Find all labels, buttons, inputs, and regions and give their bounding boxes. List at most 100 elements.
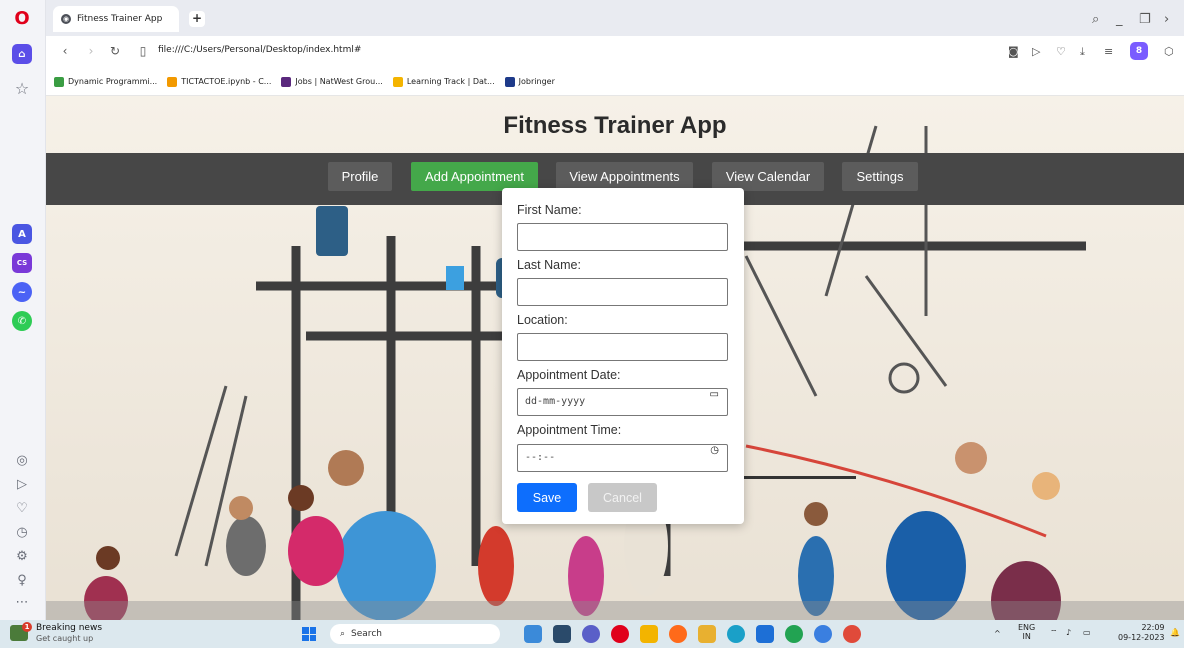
- forward-icon[interactable]: ›: [84, 44, 98, 60]
- flow-icon[interactable]: ▷: [1032, 45, 1040, 58]
- opera-taskbar-icon[interactable]: [611, 625, 629, 643]
- easy-setup-icon[interactable]: ≡: [1104, 45, 1113, 58]
- taskbar-search[interactable]: ⌕ Search: [330, 624, 500, 644]
- news-subtitle: Get caught up: [36, 634, 94, 643]
- wifi-icon[interactable]: ⌔: [1050, 628, 1058, 638]
- bookmark-item[interactable]: TICTACTOE.ipynb - C...: [167, 76, 271, 87]
- extensions-icon[interactable]: ⬡: [1164, 45, 1174, 58]
- edge-icon[interactable]: [727, 625, 745, 643]
- notification-bell-icon[interactable]: 🔔: [1170, 628, 1180, 637]
- app-icon[interactable]: [814, 625, 832, 643]
- heart-icon[interactable]: ♡: [13, 500, 31, 518]
- file-icon: ▯: [139, 44, 147, 58]
- first-name-label: First Name:: [517, 203, 582, 217]
- battery-icon[interactable]: ▭: [1083, 628, 1091, 637]
- search-tabs-icon[interactable]: ⌕: [1092, 12, 1099, 27]
- people-app-icon[interactable]: [524, 625, 542, 643]
- nav-profile[interactable]: Profile: [328, 162, 392, 191]
- bookmark-item[interactable]: Jobs | NatWest Grou...: [281, 76, 383, 87]
- opera-logo[interactable]: O: [11, 8, 33, 30]
- calendar-icon[interactable]: ▭: [710, 389, 719, 400]
- system-clock[interactable]: 22:09 09-12-2023: [1118, 623, 1165, 643]
- reload-icon[interactable]: ↻: [108, 44, 122, 60]
- cancel-button[interactable]: Cancel: [588, 483, 657, 512]
- aria-app-icon[interactable]: A: [12, 224, 32, 244]
- windows-taskbar: 1 Breaking news Get caught up ⌕ Search ^…: [0, 620, 1184, 648]
- time-placeholder: --:--: [525, 452, 556, 463]
- bookmark-favicon: [392, 76, 403, 87]
- tab-title: Fitness Trainer App: [77, 14, 163, 24]
- home-icon[interactable]: ⌂: [12, 44, 32, 64]
- appointment-time-field[interactable]: --:-- ◷: [517, 444, 728, 472]
- language-code: ENG: [1018, 623, 1036, 632]
- history-icon[interactable]: ◷: [13, 524, 31, 542]
- tray-overflow-icon[interactable]: ^: [994, 629, 1001, 638]
- save-button[interactable]: Save: [517, 483, 577, 512]
- clock-icon[interactable]: ◷: [710, 445, 719, 456]
- bookmark-favicon: [281, 76, 292, 87]
- bookmarks-bar: Dynamic Programmi... TICTACTOE.ipynb - C…: [46, 68, 1184, 96]
- news-badge: 1: [22, 622, 32, 632]
- address-bar-row: ‹ › ↻ ▯ file:///C:/Users/Personal/Deskto…: [46, 36, 1184, 68]
- tab-fitness-trainer[interactable]: ◉ Fitness Trainer App: [53, 6, 179, 32]
- last-name-field[interactable]: [517, 278, 728, 306]
- windows-start-icon[interactable]: [302, 627, 316, 641]
- appointment-date-field[interactable]: dd-mm-yyyy ▭: [517, 388, 728, 416]
- nav-settings[interactable]: Settings: [842, 162, 918, 191]
- date-placeholder: dd-mm-yyyy: [525, 396, 586, 407]
- bookmark-item[interactable]: Jobringer: [504, 76, 555, 87]
- bookmark-favicon: [167, 76, 178, 87]
- globe-icon: ◉: [61, 14, 71, 24]
- volume-icon[interactable]: ♪: [1066, 628, 1071, 637]
- restore-icon[interactable]: ❐: [1139, 12, 1151, 27]
- whatsapp-taskbar-icon[interactable]: [785, 625, 803, 643]
- send-icon[interactable]: ▷: [13, 476, 31, 494]
- nav-view-appointments[interactable]: View Appointments: [556, 162, 693, 191]
- nav-view-calendar[interactable]: View Calendar: [712, 162, 824, 191]
- messenger-icon[interactable]: ~: [12, 282, 32, 302]
- task-view-icon[interactable]: [553, 625, 571, 643]
- chat-app-icon[interactable]: [582, 625, 600, 643]
- language-indicator[interactable]: ENG IN: [1018, 623, 1035, 641]
- player-icon[interactable]: ◎: [13, 452, 31, 470]
- linkedin-icon[interactable]: [756, 625, 774, 643]
- region-code: IN: [1022, 632, 1031, 641]
- appointment-time-label: Appointment Time:: [517, 423, 622, 437]
- back-icon[interactable]: ‹: [58, 44, 72, 60]
- first-name-field[interactable]: [517, 223, 728, 251]
- add-appointment-form: First Name: Last Name: Location: Appoint…: [502, 188, 744, 524]
- more-icon[interactable]: ⋯: [13, 594, 31, 612]
- last-name-label: Last Name:: [517, 258, 581, 272]
- tab-strip: ◉ Fitness Trainer App + ⌕ _ ❐ ›: [46, 0, 1184, 36]
- search-icon: ⌕: [340, 629, 346, 639]
- appointment-date-label: Appointment Date:: [517, 368, 621, 382]
- new-tab-button[interactable]: +: [189, 11, 205, 27]
- whatsapp-icon[interactable]: ✆: [12, 311, 32, 331]
- star-icon[interactable]: ☆: [12, 78, 32, 98]
- nav-add-appointment[interactable]: Add Appointment: [411, 162, 538, 191]
- url-field[interactable]: file:///C:/Users/Personal/Desktop/index.…: [158, 45, 361, 55]
- tips-icon[interactable]: ♀: [13, 572, 31, 590]
- camera-icon[interactable]: ◙: [1008, 45, 1019, 58]
- sublime-icon[interactable]: [640, 625, 658, 643]
- page-viewport: Fitness Trainer App Profile Add Appointm…: [46, 96, 1184, 620]
- chrome-icon[interactable]: [843, 625, 861, 643]
- firefox-icon[interactable]: [669, 625, 687, 643]
- close-icon[interactable]: ›: [1164, 12, 1169, 27]
- cs-app-icon[interactable]: CS: [12, 253, 32, 273]
- search-label: Search: [351, 629, 382, 639]
- file-explorer-icon[interactable]: [698, 625, 716, 643]
- page-title: Fitness Trainer App: [503, 112, 727, 139]
- clock-date: 09-12-2023: [1118, 633, 1165, 642]
- bookmark-item[interactable]: Dynamic Programmi...: [54, 76, 157, 87]
- location-field[interactable]: [517, 333, 728, 361]
- bookmark-item[interactable]: Learning Track | Dat...: [392, 76, 495, 87]
- minimize-icon[interactable]: _: [1116, 12, 1123, 27]
- settings-icon[interactable]: ⚙: [13, 548, 31, 566]
- location-label: Location:: [517, 313, 568, 327]
- download-icon[interactable]: ⤓: [1080, 45, 1085, 59]
- news-title[interactable]: Breaking news: [36, 623, 102, 633]
- profile-badge[interactable]: 8: [1130, 42, 1148, 60]
- browser-sidebar: O ⌂ ☆ A CS ~ ✆ ◎ ▷ ♡ ◷ ⚙ ♀ ⋯: [0, 0, 46, 620]
- heart-icon[interactable]: ♡: [1056, 45, 1066, 58]
